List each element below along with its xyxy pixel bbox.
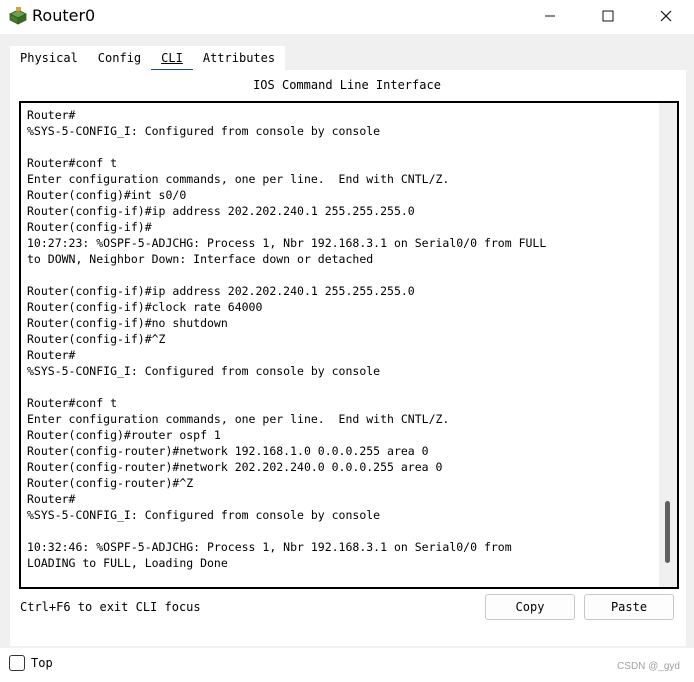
- console-line: Router(config-if)#ip address 202.202.240…: [27, 204, 415, 218]
- console-line: Router(config)#router ospf 1: [27, 428, 221, 442]
- tab-label: Physical: [20, 51, 78, 65]
- cli-console[interactable]: Router# %SYS-5-CONFIG_I: Configured from …: [19, 101, 679, 589]
- tab-cli[interactable]: CLI: [151, 46, 193, 72]
- tab-bar: Physical Config CLI Attributes: [10, 46, 286, 72]
- window-title: Router0: [32, 6, 96, 25]
- minimize-icon: [545, 15, 555, 17]
- console-line: Router#conf t: [27, 156, 118, 170]
- console-line: Router#: [27, 348, 76, 362]
- tab-label: Attributes: [202, 51, 276, 65]
- console-output: Router# %SYS-5-CONFIG_I: Configured from …: [27, 107, 546, 571]
- exit-focus-hint: Ctrl+F6 to exit CLI focus: [20, 600, 201, 614]
- close-button[interactable]: [638, 0, 694, 32]
- close-icon: [660, 10, 672, 22]
- watermark: CSDN @_gyd: [617, 661, 680, 672]
- console-line: Router#: [27, 108, 76, 122]
- tab-attributes[interactable]: Attributes: [192, 46, 286, 70]
- console-line: Enter configuration commands, one per li…: [27, 172, 450, 186]
- copy-button[interactable]: Copy: [485, 594, 575, 620]
- tab-config[interactable]: Config: [87, 46, 152, 70]
- console-line: Router#conf t: [27, 396, 118, 410]
- minimize-button[interactable]: [522, 0, 578, 32]
- console-line: LOADING to FULL, Loading Done: [27, 556, 228, 570]
- console-line: %SYS-5-CONFIG_I: Configured from console…: [27, 508, 381, 522]
- console-line: Router(config-router)#^Z: [27, 476, 194, 490]
- bottom-bar: [0, 648, 694, 682]
- tab-label: CLI: [161, 51, 183, 65]
- console-line: %SYS-5-CONFIG_I: Configured from console…: [27, 364, 381, 378]
- top-label: Top: [31, 656, 53, 670]
- console-line: Router(config-router)#network 202.202.24…: [27, 460, 443, 474]
- router-app-icon: [9, 7, 27, 25]
- console-line: 10:27:23: %OSPF-5-ADJCHG: Process 1, Nbr…: [27, 236, 547, 250]
- console-line: Router(config-if)#no shutdown: [27, 316, 228, 330]
- tab-physical[interactable]: Physical: [10, 46, 88, 70]
- console-line: Router(config-if)#^Z: [27, 332, 166, 346]
- console-line: Router(config-if)#: [27, 220, 152, 234]
- tab-label: Config: [97, 51, 142, 65]
- console-line: Router#: [27, 492, 76, 506]
- console-line: to DOWN, Neighbor Down: Interface down o…: [27, 252, 374, 266]
- title-bar: Router0: [0, 0, 694, 34]
- panel-title: IOS Command Line Interface: [253, 78, 441, 92]
- scrollbar-thumb[interactable]: [665, 501, 670, 563]
- console-line: Enter configuration commands, one per li…: [27, 412, 450, 426]
- console-scrollbar[interactable]: [659, 103, 677, 587]
- top-checkbox[interactable]: [9, 655, 25, 671]
- console-line: Router(config-router)#network 192.168.1.…: [27, 444, 429, 458]
- console-line: Router(config-if)#ip address 202.202.240…: [27, 284, 415, 298]
- maximize-icon: [602, 10, 614, 22]
- maximize-button[interactable]: [580, 0, 636, 32]
- console-line: Router(config-if)#clock rate 64000: [27, 300, 263, 314]
- console-line: Router(config)#int s0/0: [27, 188, 187, 202]
- paste-button[interactable]: Paste: [584, 594, 674, 620]
- console-line: 10:32:46: %OSPF-5-ADJCHG: Process 1, Nbr…: [27, 540, 512, 554]
- console-line: %SYS-5-CONFIG_I: Configured from console…: [27, 124, 381, 138]
